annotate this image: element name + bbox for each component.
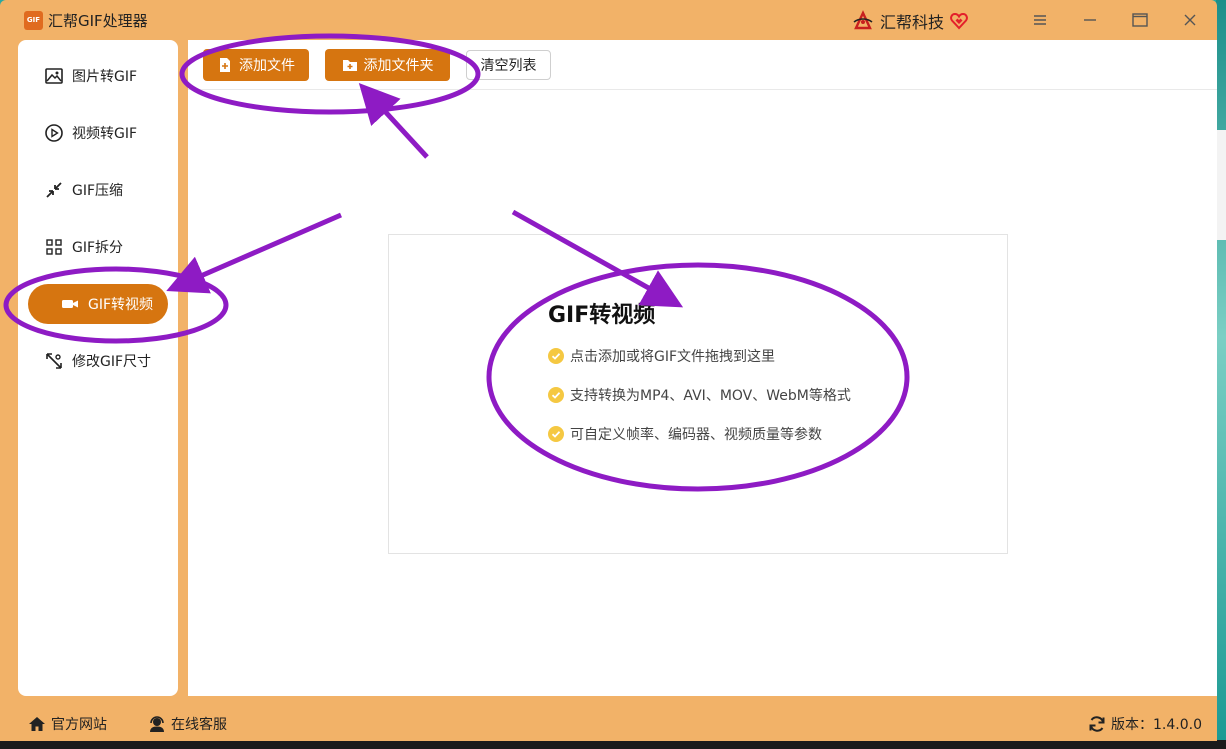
sidebar-item-label: GIF压缩 <box>72 183 124 199</box>
sidebar-item-image-to-gif[interactable]: 图片转GIF <box>28 56 168 96</box>
clear-list-button[interactable]: 清空列表 <box>466 50 551 80</box>
image-icon <box>45 68 63 84</box>
feature-item: 可自定义帧率、编码器、视频质量等参数 <box>548 424 822 444</box>
resize-icon <box>46 353 62 369</box>
feature-item: 支持转换为MP4、AVI、MOV、WebM等格式 <box>548 385 851 405</box>
official-website-link[interactable]: 官方网站 <box>28 714 107 734</box>
title-bar[interactable]: GIF 汇帮GIF处理器 汇帮科技 <box>0 0 1217 40</box>
sidebar-item-gif-compress[interactable]: GIF压缩 <box>28 170 168 210</box>
add-folder-button[interactable]: 添加文件夹 <box>325 49 450 81</box>
check-circle-icon <box>548 348 564 364</box>
sidebar-item-label: 图片转GIF <box>72 69 138 85</box>
sidebar-item-label: 视频转GIF <box>72 126 138 142</box>
app-window: GIF 汇帮GIF处理器 汇帮科技 图片转GIF 视频转GIF GIF压缩 GI… <box>0 0 1217 741</box>
app-logo: GIF <box>24 11 43 30</box>
background-window-sliver <box>1216 130 1226 240</box>
file-drop-area[interactable]: GIF转视频 点击添加或将GIF文件拖拽到这里 支持转换为MP4、AVI、MOV… <box>388 234 1008 554</box>
app-title: 汇帮GIF处理器 <box>48 12 148 30</box>
add-file-label: 添加文件 <box>239 58 295 74</box>
version-info[interactable]: 版本：1.4.0.0 <box>1088 714 1202 734</box>
feature-text: 点击添加或将GIF文件拖拽到这里 <box>570 349 776 365</box>
menu-icon[interactable] <box>1029 10 1051 30</box>
add-file-icon <box>220 58 230 72</box>
support-agent-icon <box>150 716 164 732</box>
feature-item: 点击添加或将GIF文件拖拽到这里 <box>548 346 775 366</box>
drop-area-title: GIF转视频 <box>548 303 656 328</box>
sidebar-item-gif-to-video[interactable]: GIF转视频 <box>28 284 168 324</box>
minimize-icon[interactable] <box>1079 10 1101 30</box>
add-file-button[interactable]: 添加文件 <box>203 49 309 81</box>
sidebar-item-label: 修改GIF尺寸 <box>72 354 152 370</box>
version-label: 版本：1.4.0.0 <box>1111 717 1202 733</box>
sidebar-item-video-to-gif[interactable]: 视频转GIF <box>28 113 168 153</box>
clear-list-label: 清空列表 <box>480 58 537 74</box>
feature-text: 可自定义帧率、编码器、视频质量等参数 <box>570 427 822 443</box>
play-icon <box>45 124 63 142</box>
online-support-link[interactable]: 在线客服 <box>148 714 227 734</box>
toolbar-divider <box>188 89 1217 90</box>
compress-icon <box>46 182 62 198</box>
heart-icon[interactable] <box>950 12 968 30</box>
taskbar-edge <box>0 740 1226 749</box>
brand-logo-icon <box>853 10 873 30</box>
official-website-label: 官方网站 <box>51 717 107 733</box>
desktop-edge <box>1216 0 1226 749</box>
add-folder-icon <box>342 60 357 71</box>
close-icon[interactable] <box>1179 10 1201 30</box>
add-folder-label: 添加文件夹 <box>363 58 434 74</box>
sidebar-item-label: GIF拆分 <box>72 240 124 256</box>
sidebar-item-label: GIF转视频 <box>88 297 154 313</box>
sidebar-item-resize-gif[interactable]: 修改GIF尺寸 <box>28 341 168 381</box>
sidebar: 图片转GIF 视频转GIF GIF压缩 GIF拆分 GIF转视频 修改GIF尺寸 <box>18 40 178 696</box>
feature-text: 支持转换为MP4、AVI、MOV、WebM等格式 <box>570 388 851 404</box>
check-circle-icon <box>548 387 564 403</box>
sidebar-item-gif-split[interactable]: GIF拆分 <box>28 227 168 267</box>
maximize-icon[interactable] <box>1129 10 1151 30</box>
home-icon <box>29 717 45 731</box>
split-icon <box>46 239 62 255</box>
video-icon <box>62 300 78 308</box>
online-support-label: 在线客服 <box>171 717 227 733</box>
refresh-icon <box>1089 716 1105 732</box>
check-circle-icon <box>548 426 564 442</box>
brand: 汇帮科技 <box>852 9 968 33</box>
brand-name: 汇帮科技 <box>880 13 945 32</box>
main-panel: 添加文件 添加文件夹 清空列表 GIF转视频 点击添加或将GIF文件拖拽到这里 … <box>188 40 1217 696</box>
